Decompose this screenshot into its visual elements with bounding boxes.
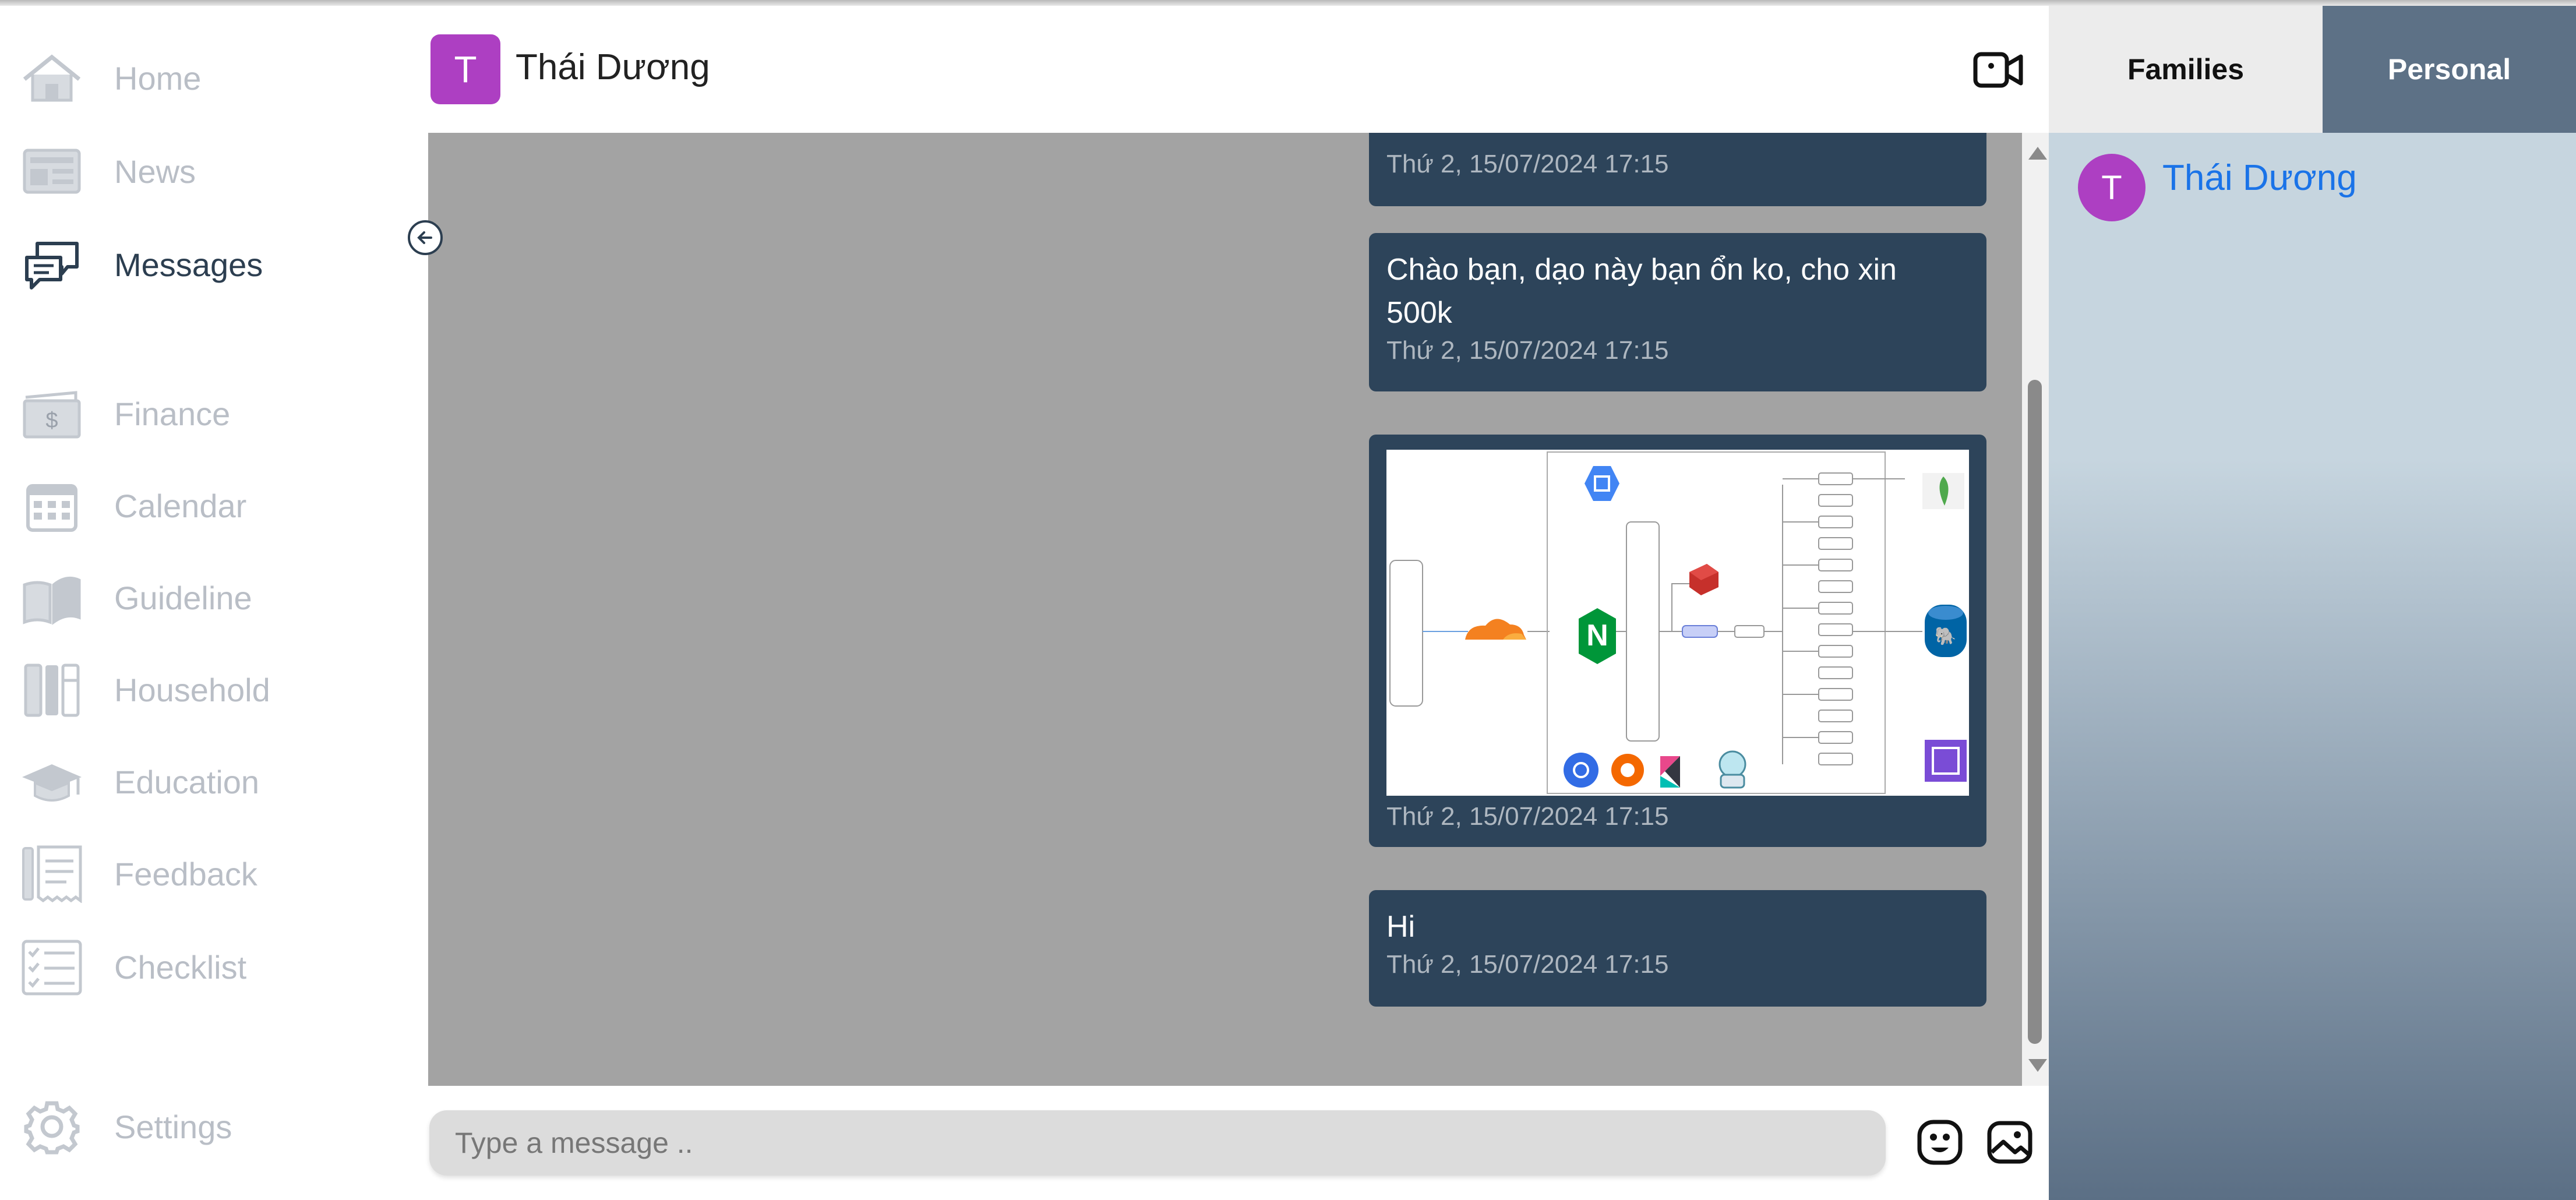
message-bubble: Hi Thứ 2, 15/07/2024 17:15	[1369, 890, 1986, 1007]
message-bubble: Chào bạn, dạo này bạn ổn ko, cho xin 500…	[1369, 233, 1986, 391]
sidebar-item-news[interactable]: News	[0, 136, 428, 206]
message-time: Thứ 2, 15/07/2024 17:15	[1386, 950, 1669, 979]
app-icon	[1925, 740, 1967, 782]
message-bubble: Thứ 2, 15/07/2024 17:15	[1369, 133, 1986, 206]
grafana-icon	[1611, 754, 1644, 786]
mongodb-icon	[1922, 473, 1964, 509]
sidebar-item-guideline[interactable]: Guideline	[0, 563, 428, 633]
sidebar-item-feedback[interactable]: Feedback	[0, 839, 428, 909]
nginx-icon: N	[1579, 608, 1616, 664]
message-list[interactable]: Thứ 2, 15/07/2024 17:15 Chào bạn, dạo nà…	[428, 133, 2022, 1086]
postgres-icon: 🐘	[1925, 605, 1967, 657]
video-call-icon[interactable]	[1972, 44, 2024, 96]
sidebar-item-label: Checklist	[114, 948, 247, 986]
message-time: Thứ 2, 15/07/2024 17:15	[1386, 150, 1669, 178]
sidebar-item-label: Calendar	[114, 487, 247, 524]
svg-text:N: N	[1586, 619, 1608, 652]
sidebar-item-label: News	[114, 153, 196, 190]
gcp-icon	[1585, 466, 1619, 501]
sidebar: Home News Messages $ Finance Calendar Gu…	[0, 6, 428, 1200]
message-time: Thứ 2, 15/07/2024 17:15	[1386, 336, 1669, 365]
sidebar-item-label: Home	[114, 59, 202, 97]
kubernetes-icon	[1564, 753, 1598, 788]
chat-header: T Thái Dương	[428, 6, 2049, 133]
tab-families[interactable]: Families	[2049, 6, 2323, 133]
book-icon	[23, 576, 81, 625]
finance-icon: $	[23, 391, 81, 439]
message-input[interactable]	[429, 1110, 1886, 1176]
sidebar-item-checklist[interactable]: Checklist	[0, 932, 428, 1002]
sidebar-item-calendar[interactable]: Calendar	[0, 471, 428, 541]
feedback-icon	[22, 845, 82, 903]
chat-scrollbar[interactable]	[2022, 133, 2049, 1086]
sidebar-item-finance[interactable]: $ Finance	[0, 379, 428, 449]
message-text: Chào bạn, dạo này bạn ổn ko, cho xin 500…	[1386, 253, 1897, 330]
arrow-left-icon	[417, 231, 432, 244]
window-top-border	[0, 0, 2576, 6]
sidebar-item-settings[interactable]: Settings	[0, 1092, 428, 1162]
scroll-down-arrow[interactable]	[2028, 1059, 2047, 1072]
scroll-up-arrow[interactable]	[2028, 147, 2047, 160]
sidebar-item-label: Education	[114, 763, 260, 800]
avatar: T	[430, 34, 500, 104]
redis-icon	[1689, 564, 1718, 595]
contact-avatar: T	[2078, 154, 2146, 221]
contact-name[interactable]: Thái Dương	[2162, 157, 2357, 199]
sidebar-item-household[interactable]: Household	[0, 655, 428, 725]
sidebar-item-label: Guideline	[114, 579, 252, 616]
svg-text:$: $	[45, 408, 58, 433]
gear-icon	[24, 1101, 80, 1155]
cloudflare-icon	[1465, 619, 1526, 640]
tab-personal[interactable]: Personal	[2323, 6, 2576, 133]
news-icon	[23, 149, 81, 194]
message-time: Thứ 2, 15/07/2024 17:15	[1386, 802, 1669, 831]
calendar-icon	[26, 484, 77, 532]
sidebar-item-label: Messages	[114, 246, 263, 283]
messages-icon	[25, 242, 79, 290]
sidebar-item-education[interactable]: Education	[0, 747, 428, 817]
image-upload-icon[interactable]	[1984, 1116, 2036, 1169]
sidebar-item-home[interactable]: Home	[0, 43, 428, 113]
sidebar-item-label: Household	[114, 671, 270, 708]
message-bubble: N 🐘 Thứ 2, 15/07/2024 17:15	[1369, 435, 1986, 847]
message-text: Hi	[1386, 910, 1416, 944]
contacts-panel: Families Personal T Thái Dương	[2049, 6, 2576, 1200]
kibana-icon	[1660, 756, 1680, 788]
sidebar-item-messages[interactable]: Messages	[0, 230, 428, 299]
contact-item[interactable]: T Thái Dương	[2078, 146, 2556, 221]
sidebar-item-label: Settings	[114, 1108, 232, 1145]
svg-text:🐘: 🐘	[1935, 626, 1956, 646]
scrollbar-thumb[interactable]	[2028, 380, 2042, 1044]
collapse-sidebar-button[interactable]	[408, 220, 443, 255]
mascot-icon	[1718, 750, 1746, 789]
sidebar-item-label: Feedback	[114, 855, 257, 892]
emoji-icon[interactable]	[1914, 1116, 1966, 1169]
graduation-cap-icon	[22, 764, 82, 802]
chat-title: Thái Dương	[516, 47, 710, 87]
household-icon	[24, 663, 80, 717]
sidebar-item-label: Finance	[114, 395, 231, 432]
message-composer	[428, 1086, 2049, 1200]
architecture-diagram-image[interactable]: N 🐘	[1386, 450, 1969, 796]
home-icon	[23, 54, 81, 102]
checklist-icon	[22, 940, 82, 996]
